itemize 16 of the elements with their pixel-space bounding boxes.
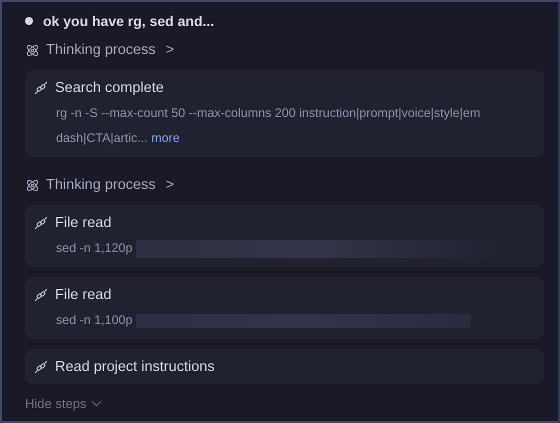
- command-text: sed -n 1,100p: [56, 312, 132, 329]
- command-text: rg -n -S --max-count 50 --max-columns 200 instruction|prompt|voice|style|em dash|CTA|artic... more: [56, 105, 482, 147]
- step-title: Read project instructions: [55, 359, 215, 375]
- more-link[interactable]: more: [151, 131, 180, 145]
- chevron-down-icon: [91, 400, 102, 407]
- step-title: File read: [55, 215, 112, 231]
- hide-steps-toggle[interactable]: Hide steps: [25, 396, 102, 411]
- step-title: Search complete: [55, 80, 164, 96]
- atom-icon: [25, 178, 40, 192]
- thinking-toggle[interactable]: Thinking process >: [25, 175, 174, 195]
- bullet-dot: [25, 17, 33, 25]
- message-title: ok you have rg, sed and...: [43, 13, 214, 29]
- atom-icon: [25, 42, 40, 58]
- thinking-toggle[interactable]: Thinking process >: [25, 40, 174, 60]
- command-text: sed -n 1,120p: [56, 240, 132, 257]
- step-title: File read: [55, 287, 112, 303]
